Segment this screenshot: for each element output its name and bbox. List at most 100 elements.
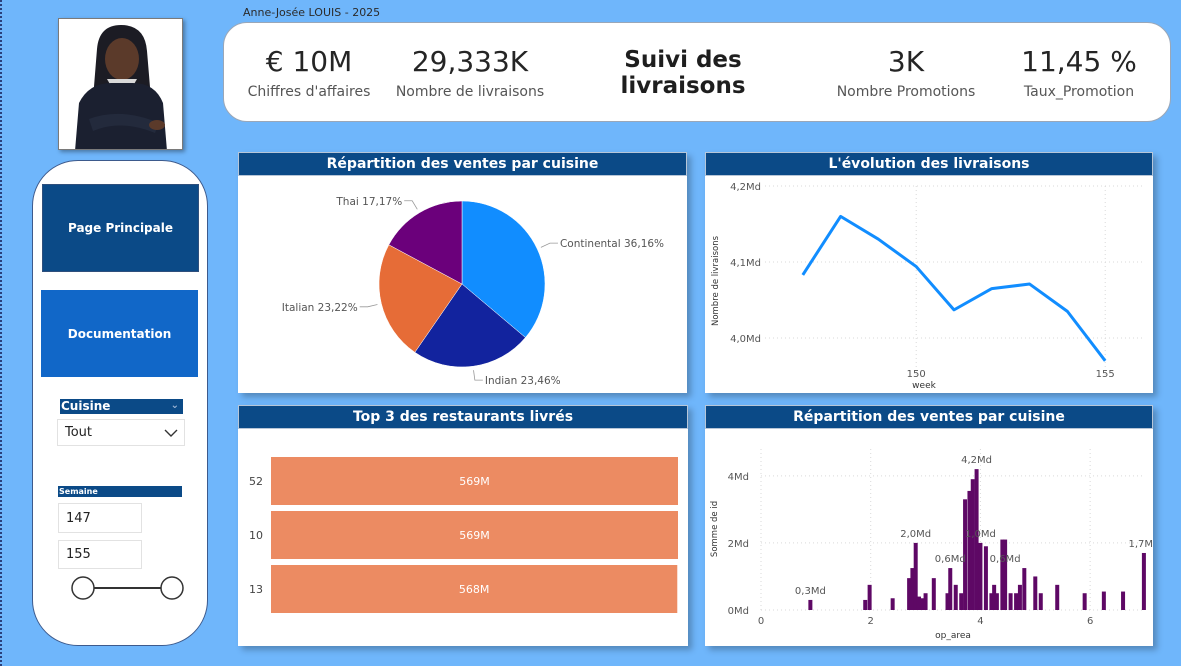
- bar: [959, 593, 964, 610]
- page-title: Suivi des livraisons: [620, 47, 746, 99]
- op-area-chart-panel: Répartition des ventes par cuisine 0Md 2M…: [705, 405, 1159, 646]
- kpi-promotions: 3K Nombre Promotions: [834, 45, 978, 100]
- category-label: 52: [249, 475, 263, 488]
- data-label: 4,2Md: [961, 455, 992, 466]
- x-tick-label: 2: [868, 616, 874, 627]
- bar: [1055, 584, 1060, 610]
- category-label: 10: [249, 529, 263, 542]
- week-min-input[interactable]: 147: [58, 503, 142, 533]
- y-tick-label: 0Md: [728, 606, 749, 617]
- bar: [1003, 539, 1008, 610]
- slider-handle-min[interactable]: [71, 576, 95, 600]
- kpi-revenue: € 10M Chiffres d'affaires: [244, 45, 374, 100]
- op-area-chart-title: Répartition des ventes par cuisine: [705, 405, 1153, 429]
- profile-photo: [58, 18, 183, 150]
- kpi-label: Nombre Promotions: [836, 84, 976, 100]
- pie-slice-label: Continental 36,16%: [560, 238, 664, 250]
- week-range-slider[interactable]: [68, 573, 188, 603]
- chevron-down-icon[interactable]: ⌄: [171, 398, 179, 413]
- bar: [890, 598, 895, 610]
- line-chart: 4,0Md 4,1Md 4,2Md 150 155 week Nombre de livra…: [711, 182, 1143, 391]
- y-axis-label: Nombre de livraisons: [711, 235, 721, 326]
- navigation-panel: Page Principale Documentation Cuisine ⌄ …: [32, 160, 208, 646]
- data-label: 0,6Md: [935, 554, 966, 565]
- cuisine-selected-value: Tout: [65, 425, 93, 440]
- bar-value-label: 569M: [459, 529, 490, 542]
- y-tick-label: 4,1Md: [730, 258, 761, 269]
- slider-handle-max[interactable]: [160, 576, 184, 600]
- line-chart-title: L'évolution des livraisons: [705, 152, 1153, 176]
- pie-chart-panel: Répartition des ventes par cuisine Conti…: [238, 152, 687, 393]
- y-tick-label: 4Md: [728, 472, 749, 483]
- bar: [1014, 593, 1019, 610]
- main-page-button[interactable]: Page Principale: [43, 185, 198, 271]
- y-axis-label: Somme de id: [710, 501, 720, 557]
- data-label: 2,0Md: [900, 529, 931, 540]
- x-tick-label: 150: [907, 369, 926, 380]
- cuisine-filter-header: Cuisine ⌄: [60, 399, 183, 414]
- kpi-label: Nombre de livraisons: [395, 84, 545, 100]
- top-restaurants-panel: Top 3 des restaurants livrés 52 569M 10 569…: [238, 405, 688, 646]
- pie-chart-title: Répartition des ventes par cuisine: [238, 152, 687, 176]
- bar-value-label: 568M: [459, 583, 490, 596]
- bar: [1008, 593, 1013, 610]
- bar: [1022, 568, 1027, 610]
- bar: [808, 599, 813, 610]
- kpi-value: € 10M: [265, 45, 353, 78]
- kpi-deliveries: 29,333K Nombre de livraisons: [390, 45, 550, 100]
- author-caption: Anne-Josée LOUIS - 2025: [243, 6, 381, 19]
- series-line: [801, 214, 1107, 362]
- pie-leader-line: [404, 200, 418, 210]
- kpi-promotion-rate: 11,45 % Taux_Promotion: [1014, 45, 1144, 100]
- bar: [863, 599, 868, 610]
- pie-slice-label: Indian 23,46%: [485, 375, 561, 387]
- bar: [948, 568, 953, 610]
- bar: [923, 593, 928, 610]
- kpi-value: 3K: [887, 45, 925, 78]
- bar: [994, 593, 999, 610]
- pie-leader-line: [540, 242, 558, 248]
- op-area-chart: 0Md 2Md 4Md 0 2 4 6 0,3Md 2,0Md 4,2Md 0,6Md 1,0Md 0,…: [710, 449, 1159, 641]
- bar: [983, 546, 988, 610]
- x-tick-label: 0: [758, 616, 764, 627]
- week-max-input[interactable]: 155: [58, 540, 142, 569]
- y-tick-label: 4,2Md: [730, 182, 761, 193]
- pie-slice-label: Thai 17,17%: [335, 196, 402, 208]
- pie-slice-label: Italian 23,22%: [282, 302, 358, 314]
- bar: [1038, 593, 1043, 610]
- data-label: 0,6Md: [990, 554, 1021, 565]
- top-restaurants-title: Top 3 des restaurants livrés: [238, 405, 688, 429]
- bar-value-label: 569M: [459, 475, 490, 488]
- category-label: 13: [249, 583, 263, 596]
- kpi-label: Taux_Promotion: [1023, 84, 1135, 100]
- kpi-banner: € 10M Chiffres d'affaires 29,333K Nombre…: [223, 22, 1171, 122]
- bar: [1033, 576, 1038, 610]
- bar: [1121, 591, 1126, 610]
- bar: [970, 479, 975, 610]
- x-tick-label: 4: [977, 616, 983, 627]
- data-label: 1,7Md: [1128, 539, 1153, 550]
- line-chart-panel: L'évolution des livraisons 4,0Md 4,1Md 4,2…: [705, 152, 1153, 393]
- kpi-value: 11,45 %: [1021, 45, 1137, 78]
- documentation-button[interactable]: Documentation: [41, 290, 198, 377]
- cuisine-filter-label: Cuisine: [61, 399, 111, 413]
- top-restaurants-chart: 52 569M 10 569M 13 568M: [249, 457, 678, 613]
- x-axis-label: week: [912, 381, 936, 391]
- cuisine-dropdown[interactable]: Tout: [57, 419, 185, 446]
- kpi-value: 29,333K: [411, 45, 529, 78]
- x-axis-label: op_area: [935, 631, 971, 641]
- bar: [1017, 584, 1022, 610]
- pie-chart: Continental 36,16% Indian 23,46% Italian 2…: [282, 196, 664, 387]
- bar: [953, 584, 958, 610]
- kpi-label: Chiffres d'affaires: [247, 84, 371, 100]
- pie-leader-line: [359, 304, 378, 308]
- bar: [931, 578, 936, 610]
- x-tick-label: 6: [1087, 616, 1093, 627]
- chevron-down-icon: [164, 429, 178, 437]
- bar: [1101, 591, 1106, 610]
- bar: [1082, 593, 1087, 610]
- data-label: 0,3Md: [795, 586, 826, 597]
- bar: [867, 584, 872, 610]
- y-tick-label: 2Md: [728, 539, 749, 550]
- data-label: 1,0Md: [965, 529, 996, 540]
